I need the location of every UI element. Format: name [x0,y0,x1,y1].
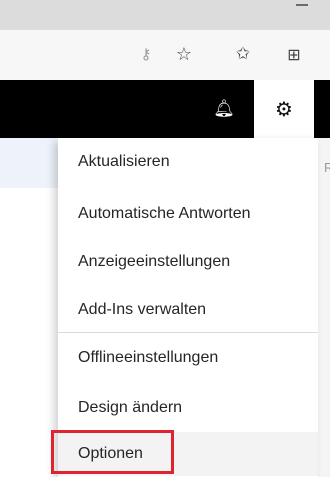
gear-icon: ⚙︎ [275,97,293,121]
menu-item-design-aendern[interactable]: Design ändern [58,386,318,430]
background-pane: R [318,138,330,477]
browser-titlebar [0,0,330,30]
menu-item-offlineeinstellungen[interactable]: Offlineeinstellungen [58,336,318,380]
star-add-icon[interactable]: ☆ [169,40,199,68]
notifications-button[interactable]: 🔔︎ [202,80,246,138]
collections-icon[interactable]: ⊞ [279,40,309,68]
settings-dropdown-menu: Aktualisieren Automatische Antworten Anz… [58,138,318,477]
menu-divider [58,332,318,333]
menu-item-automatische-antworten[interactable]: Automatische Antworten [58,192,318,236]
bell-icon: 🔔︎ [213,99,235,119]
menu-item-optionen[interactable]: Optionen [58,432,318,476]
menu-item-add-ins-verwalten[interactable]: Add-Ins verwalten [58,288,318,332]
menu-item-anzeigeeinstellungen[interactable]: Anzeigeeinstellungen [58,240,318,284]
settings-button[interactable]: ⚙︎ [254,80,314,138]
minimize-icon[interactable] [296,4,308,6]
key-icon[interactable]: ⚷ [131,40,161,68]
favorites-list-icon[interactable]: ✩ [228,40,258,68]
clipped-text: R [324,160,330,175]
menu-item-aktualisieren[interactable]: Aktualisieren [58,140,318,184]
